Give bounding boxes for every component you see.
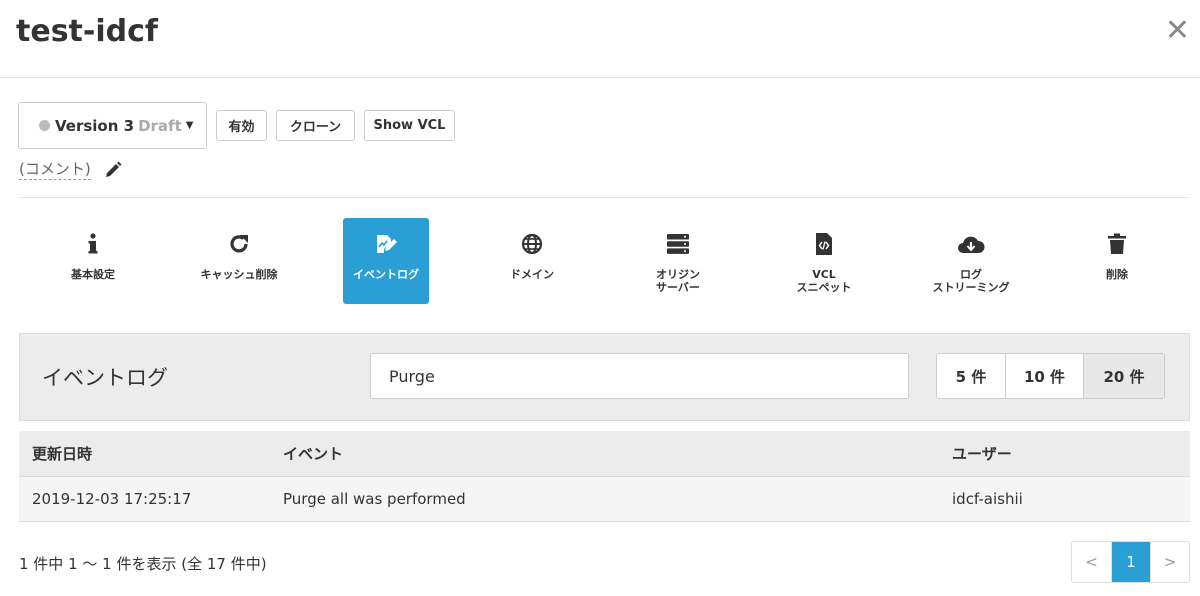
nav-origin-servers[interactable]: オリジン サーバー	[635, 218, 721, 304]
edit-log-icon	[374, 232, 398, 256]
table-row: 2019-12-03 17:25:17 Purge all was perfor…	[19, 477, 1190, 522]
section-divider	[18, 197, 1190, 198]
cloud-download-icon	[957, 232, 985, 256]
comment-link[interactable]: (コメント)	[19, 159, 91, 180]
event-log-panel: イベントログ 5 件 10 件 20 件	[19, 333, 1190, 421]
cell-timestamp: 2019-12-03 17:25:17	[32, 490, 192, 508]
table-header: 更新日時 イベント ユーザー	[19, 431, 1190, 477]
service-title: test-idcf	[16, 14, 158, 49]
info-icon	[87, 232, 99, 256]
clone-button[interactable]: クローン	[276, 110, 355, 141]
pencil-icon[interactable]	[103, 160, 123, 180]
page-size-selector: 5 件 10 件 20 件	[936, 353, 1165, 399]
cell-user: idcf-aishii	[952, 490, 1023, 508]
show-vcl-button[interactable]: Show VCL	[364, 110, 455, 141]
event-table: 更新日時 イベント ユーザー 2019-12-03 17:25:17 Purge…	[19, 431, 1190, 522]
nav-label: イベントログ	[353, 268, 419, 281]
trash-icon	[1107, 232, 1127, 256]
code-file-icon	[815, 232, 833, 256]
nav-cache-purge[interactable]: キャッシュ削除	[195, 218, 283, 304]
cell-event: Purge all was performed	[283, 490, 466, 508]
result-summary: 1 件中 1 〜 1 件を表示 (全 17 件中)	[19, 555, 267, 573]
nav-domains[interactable]: ドメイン	[489, 218, 575, 304]
nav-delete[interactable]: 削除	[1074, 218, 1160, 304]
nav-log-streaming[interactable]: ログ ストリーミング	[921, 218, 1021, 304]
col-header-updated[interactable]: 更新日時	[19, 443, 270, 464]
page-size-10[interactable]: 10 件	[1006, 354, 1084, 398]
version-dropdown[interactable]: Version 3 Draft ▼	[18, 102, 207, 149]
panel-title: イベントログ	[42, 366, 168, 390]
nav-label: 削除	[1106, 268, 1128, 281]
col-header-event[interactable]: イベント	[270, 443, 939, 464]
pagination: < 1 >	[1071, 541, 1190, 583]
nav-label: VCL スニペット	[796, 268, 852, 294]
caret-down-icon: ▼	[185, 120, 194, 131]
version-name: Version 3	[55, 116, 135, 135]
prev-page-button[interactable]: <	[1072, 542, 1111, 582]
nav-label: キャッシュ削除	[200, 268, 278, 281]
page-size-20[interactable]: 20 件	[1084, 354, 1164, 398]
next-page-button[interactable]: >	[1150, 542, 1189, 582]
event-search-input[interactable]	[370, 353, 909, 399]
page-size-5[interactable]: 5 件	[937, 354, 1006, 398]
globe-icon	[521, 232, 543, 256]
nav-vcl-snippets[interactable]: VCL スニペット	[781, 218, 867, 304]
nav-basic-settings[interactable]: 基本設定	[50, 218, 136, 304]
modal-header: test-idcf ✕	[0, 0, 1200, 78]
nav-label: ログ ストリーミング	[932, 268, 1010, 294]
nav-label: 基本設定	[71, 268, 115, 281]
activate-button[interactable]: 有効	[216, 110, 267, 141]
status-dot	[39, 120, 50, 131]
close-icon[interactable]: ✕	[1165, 16, 1190, 46]
server-icon	[666, 232, 690, 256]
nav-label: オリジン サーバー	[656, 268, 700, 294]
refresh-icon	[227, 232, 251, 256]
nav-label: ドメイン	[510, 268, 554, 281]
nav-event-log[interactable]: イベントログ	[343, 218, 429, 304]
col-header-user[interactable]: ユーザー	[939, 443, 1190, 464]
page-button-1[interactable]: 1	[1111, 542, 1150, 582]
version-state: Draft	[138, 116, 182, 135]
